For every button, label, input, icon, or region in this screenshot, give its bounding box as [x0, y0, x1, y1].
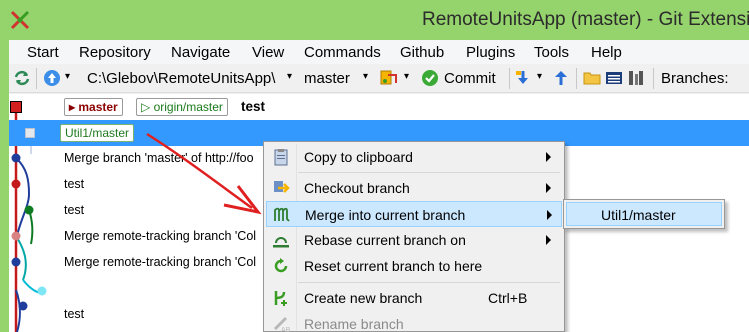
reset-icon: [274, 258, 288, 273]
branch-label-origin-master[interactable]: ▷ origin/master: [136, 98, 228, 116]
head-commit-marker: [10, 101, 22, 113]
menu-item-label: Rebase current branch on: [304, 232, 466, 248]
commit-message: test: [64, 307, 85, 321]
menu-navigate[interactable]: Navigate: [171, 44, 230, 61]
menu-repository[interactable]: Repository: [79, 44, 151, 61]
submenu-arrow-icon: [546, 235, 551, 245]
settings-icon[interactable]: [627, 69, 645, 87]
context-menu: Copy to clipboard Checkout branch Merge …: [263, 141, 565, 332]
submenu-item-util1-master[interactable]: Util1/master: [566, 202, 722, 226]
clipboard-icon: [274, 149, 288, 166]
up-arrow-icon[interactable]: [43, 69, 61, 87]
console-icon[interactable]: [605, 69, 623, 87]
pull-dropdown-icon[interactable]: ▾: [537, 71, 542, 82]
menu-item-create-new-branch[interactable]: Create new branch Ctrl+B: [266, 285, 562, 311]
menu-commands[interactable]: Commands: [304, 44, 381, 61]
menu-item-rebase-current-branch-on[interactable]: Rebase current branch on: [266, 227, 562, 253]
branch-icon[interactable]: [380, 69, 398, 87]
toolbar-separator: [653, 68, 654, 89]
checkout-branch-icon: [274, 181, 290, 193]
svg-text:AB: AB: [281, 327, 290, 332]
pull-icon[interactable]: [514, 69, 532, 87]
submenu-arrow-icon: [546, 183, 551, 193]
menu-view[interactable]: View: [252, 44, 284, 61]
branch-selector[interactable]: master: [304, 70, 350, 87]
folder-icon[interactable]: [583, 69, 601, 87]
merge-icon: [274, 207, 290, 222]
commit-node: [25, 128, 35, 138]
menu-help[interactable]: Help: [591, 44, 622, 61]
merge-submenu: Util1/master: [563, 199, 725, 229]
table-row[interactable]: ▸ master ▷ origin/master test: [9, 94, 749, 120]
window-title: RemoteUnitsApp (master) - Git Extensio: [422, 9, 749, 30]
branch-label-text: origin/master: [153, 100, 223, 114]
menu-bar: Start Repository Navigate View Commands …: [9, 40, 749, 64]
menu-item-label: Checkout branch: [304, 180, 410, 196]
toolbar: ▾ C:\Glebov\RemoteUnitsApp\ ▾ master ▾ ▾…: [9, 64, 749, 93]
commit-message: test: [64, 203, 85, 217]
menu-item-reset-current-branch[interactable]: Reset current branch to here: [266, 253, 562, 279]
create-branch-icon: [274, 291, 287, 306]
rebase-icon: [273, 237, 289, 248]
submenu-arrow-icon: [546, 152, 551, 162]
menu-separator: [298, 172, 560, 173]
branch-dropdown-icon[interactable]: ▾: [363, 71, 368, 82]
branch-label-master[interactable]: ▸ master: [64, 98, 123, 116]
branch-label-util1-master[interactable]: Util1/master: [60, 124, 135, 142]
toolbar-separator: [36, 68, 37, 89]
menu-item-rename-branch: AB Rename branch: [266, 311, 562, 332]
title-bar: RemoteUnitsApp (master) - Git Extensio: [0, 0, 749, 40]
menu-item-label: Reset current branch to here: [304, 258, 483, 274]
menu-tools[interactable]: Tools: [534, 44, 569, 61]
refresh-icon[interactable]: [13, 69, 31, 87]
branch-label-text: master: [78, 100, 118, 114]
push-icon[interactable]: [552, 69, 570, 87]
chevron-down-icon[interactable]: ▾: [65, 71, 70, 82]
commit-message: Merge remote-tracking branch 'Col: [64, 255, 257, 269]
toolbar-separator: [509, 68, 510, 89]
commit-icon[interactable]: [421, 69, 439, 87]
commit-message: test: [64, 177, 85, 191]
repository-path[interactable]: C:\Glebov\RemoteUnitsApp\: [87, 70, 275, 87]
commit-message: test: [241, 99, 266, 114]
menu-item-label: Copy to clipboard: [304, 149, 413, 165]
menu-plugins[interactable]: Plugins: [466, 44, 515, 61]
commit-message: Merge remote-tracking branch 'Col: [64, 229, 257, 243]
path-dropdown-icon[interactable]: ▾: [287, 71, 292, 82]
menu-item-merge-into-current-branch[interactable]: Merge into current branch: [266, 201, 562, 227]
menu-item-label: Rename branch: [304, 316, 404, 332]
menu-item-checkout-branch[interactable]: Checkout branch: [266, 175, 562, 201]
menu-separator: [298, 282, 560, 283]
git-extensions-logo-icon[interactable]: [9, 9, 31, 31]
menu-item-label: Merge into current branch: [305, 207, 466, 223]
menu-start[interactable]: Start: [27, 44, 59, 61]
commit-button[interactable]: Commit: [444, 70, 496, 87]
menu-item-label: Create new branch: [304, 290, 423, 306]
branch-menu-dropdown-icon[interactable]: ▾: [404, 71, 409, 82]
submenu-arrow-icon: [547, 210, 552, 220]
branches-label: Branches:: [661, 70, 729, 87]
menu-github[interactable]: Github: [400, 44, 444, 61]
menu-item-copy-to-clipboard[interactable]: Copy to clipboard: [266, 144, 562, 170]
menu-item-shortcut: Ctrl+B: [488, 290, 528, 306]
rename-branch-icon: AB: [273, 316, 290, 332]
commit-message: Merge branch 'master' of http://foo: [64, 151, 254, 165]
submenu-item-label: Util1/master: [601, 207, 676, 223]
toolbar-separator: [576, 68, 577, 89]
